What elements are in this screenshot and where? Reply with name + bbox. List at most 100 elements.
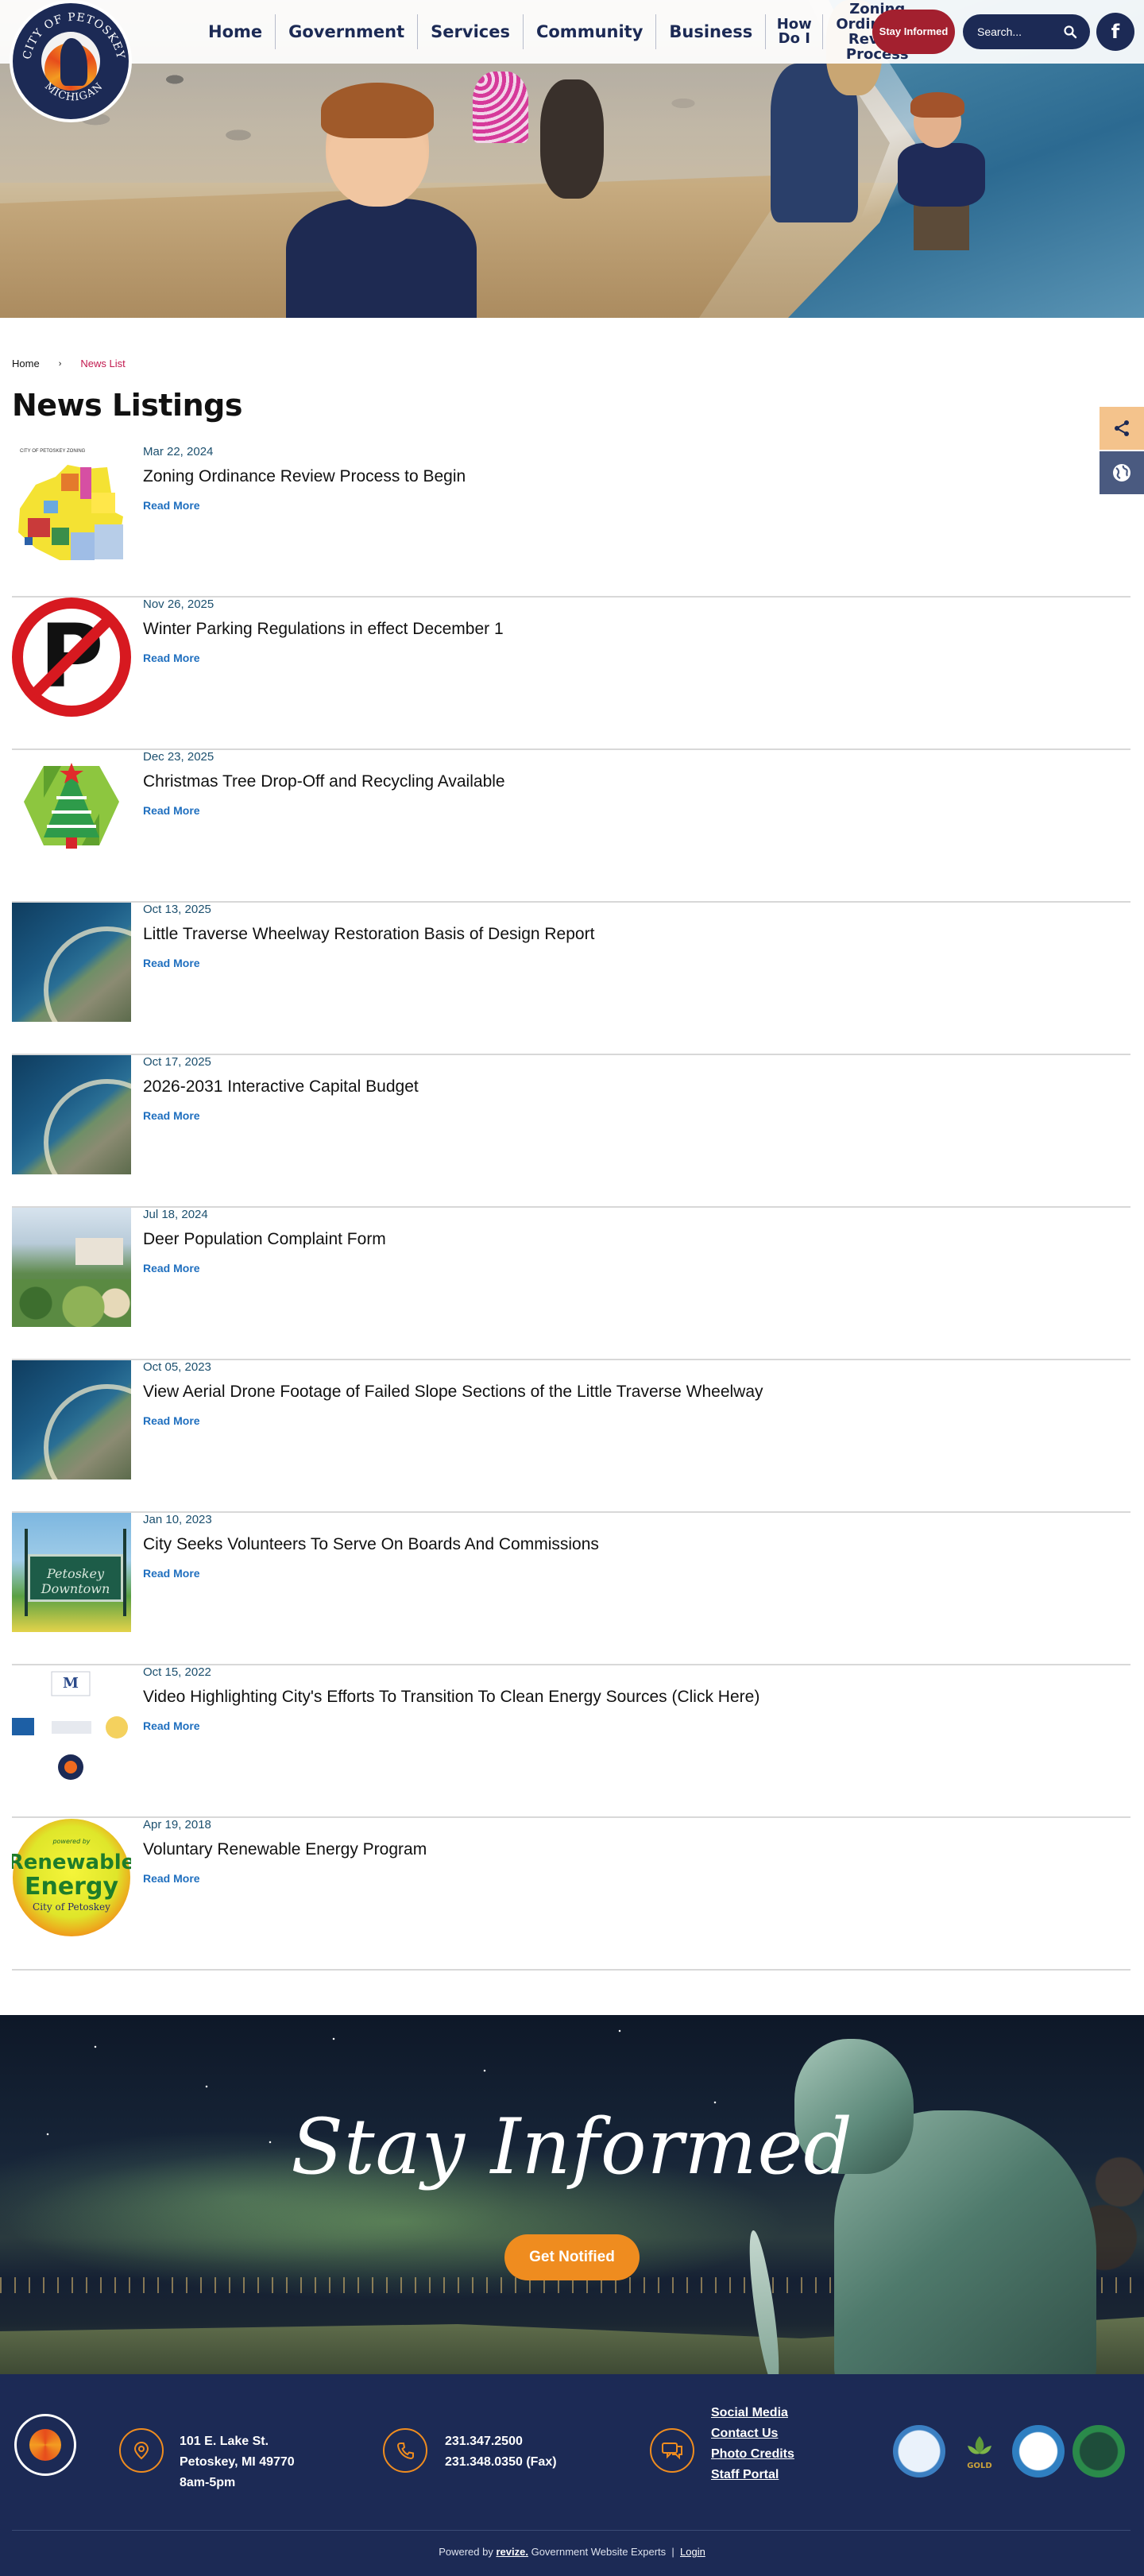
get-notified-button[interactable]: Get Notified — [504, 2234, 640, 2280]
footer-divider — [12, 2530, 1130, 2531]
hero-boy — [286, 83, 477, 318]
read-more-link[interactable]: Read More — [143, 1109, 200, 1122]
news-thumbnail-yard-garden[interactable] — [12, 1208, 131, 1327]
contact-us-link[interactable]: Contact Us — [711, 2423, 794, 2444]
nav-how-do-i[interactable]: How Do I — [766, 14, 824, 49]
breadcrumb: Home › News List — [12, 358, 126, 369]
read-more-link[interactable]: Read More — [143, 1872, 200, 1885]
gold-badge-text: GOLD — [967, 2462, 991, 2470]
staff-portal-link[interactable]: Staff Portal — [711, 2465, 794, 2485]
news-item: M Oct 15, 2022 Video Highlighting City's… — [12, 1665, 1130, 1818]
logo-emblem — [41, 32, 100, 91]
tree-city-badge-icon[interactable] — [1012, 2425, 1065, 2477]
read-more-link[interactable]: Read More — [143, 652, 200, 664]
breadcrumb-separator-icon: › — [58, 358, 62, 369]
nav-home[interactable]: Home — [195, 14, 276, 49]
search-icon[interactable] — [1063, 25, 1077, 39]
read-more-link[interactable]: Read More — [143, 1719, 200, 1732]
tree-city-usa-icon[interactable] — [1072, 2425, 1125, 2477]
hero-girl — [469, 48, 532, 167]
news-thumbnail-renewable-energy[interactable]: powered by Renewable Energy City of Peto… — [12, 1818, 131, 1937]
search-box — [963, 14, 1090, 49]
breadcrumb-home[interactable]: Home — [12, 358, 40, 369]
news-thumbnail-aerial-shoreline[interactable] — [12, 1055, 131, 1174]
stay-informed-heading: Stay Informed — [291, 2102, 853, 2191]
nav-business[interactable]: Business — [656, 14, 767, 49]
revize-tagline: Government Website Experts — [531, 2546, 667, 2558]
news-title[interactable]: View Aerial Drone Footage of Failed Slop… — [143, 1383, 763, 1402]
badge-text-energy: Energy — [25, 1873, 118, 1901]
badge-text-powered: powered by — [52, 1838, 90, 1845]
nav-government[interactable]: Government — [276, 14, 419, 49]
news-title[interactable]: City Seeks Volunteers To Serve On Boards… — [143, 1535, 599, 1554]
news-thumbnail-downtown-sign[interactable]: Petoskey Downtown — [12, 1513, 131, 1632]
news-item: Oct 13, 2025 Little Traverse Wheelway Re… — [12, 903, 1130, 1055]
news-title[interactable]: Zoning Ordinance Review Process to Begin — [143, 467, 466, 486]
news-item: powered by Renewable Energy City of Peto… — [12, 1818, 1130, 1971]
phone-icon — [383, 2428, 427, 2473]
site-footer: 101 E. Lake St. Petoskey, MI 49770 8am-5… — [0, 2374, 1144, 2576]
nav-services[interactable]: Services — [418, 14, 524, 49]
read-more-link[interactable]: Read More — [143, 1414, 200, 1427]
news-date: Oct 15, 2022 — [143, 1665, 211, 1679]
news-title[interactable]: Deer Population Complaint Form — [143, 1230, 386, 1249]
badge-text-renewable: Renewable — [12, 1851, 131, 1874]
news-date: Dec 23, 2025 — [143, 750, 214, 764]
address-city: Petoskey, MI 49770 — [180, 2455, 295, 2469]
share-button[interactable] — [1100, 407, 1144, 450]
chat-icon — [650, 2428, 694, 2473]
news-thumbnail-no-parking[interactable]: P — [12, 598, 131, 717]
social-media-link[interactable]: Social Media — [711, 2403, 794, 2423]
facebook-icon[interactable]: f — [1096, 13, 1134, 51]
photo-credits-link[interactable]: Photo Credits — [711, 2444, 794, 2465]
news-date: Oct 17, 2025 — [143, 1055, 211, 1069]
news-date: Jan 10, 2023 — [143, 1513, 212, 1526]
page-title: News Listings — [12, 388, 242, 423]
search-input[interactable] — [977, 25, 1057, 38]
news-title[interactable]: Little Traverse Wheelway Restoration Bas… — [143, 925, 594, 944]
city-logo[interactable]: CITY OF PETOSKEY MICHIGAN — [10, 0, 132, 122]
news-thumbnail-aerial-shoreline[interactable] — [12, 903, 131, 1022]
news-title[interactable]: Christmas Tree Drop-Off and Recycling Av… — [143, 772, 505, 791]
christmas-tree-recycling-icon — [24, 763, 119, 849]
news-thumbnail-zoning-map[interactable]: CITY OF PETOSKEY ZONING — [12, 445, 131, 564]
news-title[interactable]: 2026-2031 Interactive Capital Budget — [143, 1077, 419, 1097]
news-item: Oct 05, 2023 View Aerial Drone Footage o… — [12, 1360, 1130, 1513]
badge-text-city: City of Petoskey — [33, 1901, 110, 1913]
stay-informed-button[interactable]: Stay Informed — [872, 10, 955, 54]
news-title[interactable]: Voluntary Renewable Energy Program — [143, 1840, 427, 1859]
breadcrumb-current: News List — [80, 358, 126, 369]
hero-dog — [540, 79, 604, 199]
nav-community[interactable]: Community — [524, 14, 657, 49]
powered-by-text: Powered by — [439, 2546, 493, 2558]
read-more-link[interactable]: Read More — [143, 1262, 200, 1274]
hero-child — [898, 92, 985, 254]
read-more-link[interactable]: Read More — [143, 1567, 200, 1580]
renewable-energy-badge: powered by Renewable Energy City of Peto… — [12, 1819, 131, 1936]
revize-link[interactable]: revize. — [496, 2546, 528, 2558]
news-date: Oct 13, 2025 — [143, 903, 211, 916]
address-street: 101 E. Lake St. — [180, 2435, 269, 2448]
news-thumbnail-christmas-tree[interactable] — [12, 750, 131, 869]
footer-logo[interactable] — [14, 2414, 76, 2476]
phone-number[interactable]: 231.347.2500 — [445, 2431, 557, 2452]
zoning-map-image — [18, 465, 123, 560]
main-nav: Home Government Services Community Busin… — [195, 0, 931, 64]
translate-button[interactable] — [1100, 451, 1144, 494]
footer-pipe: | — [671, 2546, 674, 2558]
read-more-link[interactable]: Read More — [143, 499, 200, 512]
news-thumbnail-partner-logos[interactable]: M — [12, 1665, 131, 1785]
news-item: P Nov 26, 2025 Winter Parking Regulation… — [12, 598, 1130, 750]
footer-address: 101 E. Lake St. Petoskey, MI 49770 8am-5… — [180, 2431, 295, 2493]
community-badge-icon[interactable] — [893, 2425, 945, 2477]
news-title[interactable]: Video Highlighting City's Efforts To Tra… — [143, 1688, 759, 1707]
news-item: Jul 18, 2024 Deer Population Complaint F… — [12, 1208, 1130, 1360]
news-date: Nov 26, 2025 — [143, 598, 214, 611]
green-community-badge-icon[interactable]: GOLD — [953, 2425, 1006, 2477]
read-more-link[interactable]: Read More — [143, 957, 200, 969]
news-title[interactable]: Winter Parking Regulations in effect Dec… — [143, 620, 504, 639]
login-link[interactable]: Login — [680, 2546, 705, 2558]
news-thumbnail-aerial-shoreline[interactable] — [12, 1360, 131, 1479]
read-more-link[interactable]: Read More — [143, 804, 200, 817]
globe-icon — [1113, 464, 1130, 482]
